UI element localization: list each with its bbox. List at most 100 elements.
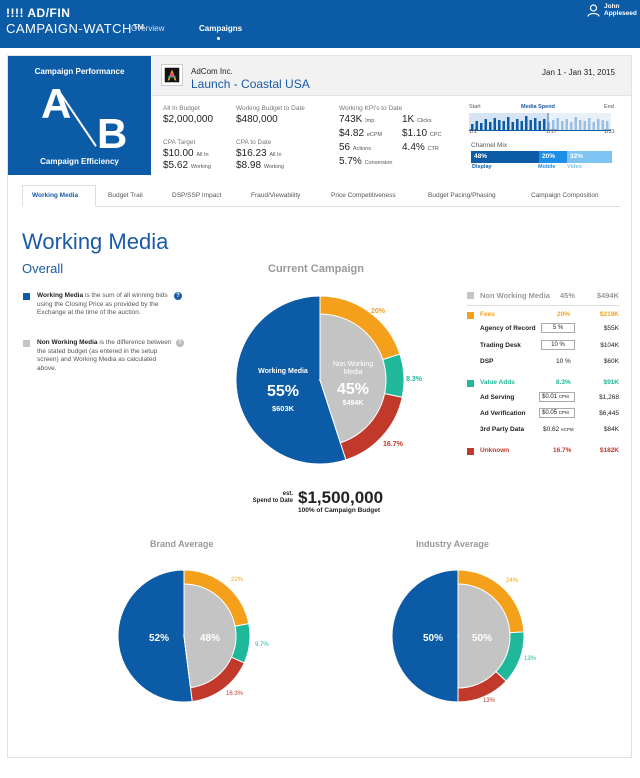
working-media-help-icon[interactable]: ? bbox=[174, 292, 182, 300]
current-campaign-pie[interactable]: Working Media 55% $603K Non Working Medi… bbox=[220, 280, 420, 480]
mix-segment-display[interactable]: 48% bbox=[471, 151, 539, 163]
media-spend-sparkline[interactable] bbox=[469, 113, 611, 131]
industry-average-heading: Industry Average bbox=[416, 539, 489, 549]
channel-mix-bar[interactable]: 48% 20% 32% bbox=[471, 151, 612, 163]
spend-bar bbox=[588, 118, 591, 130]
nav-campaigns[interactable]: Campaigns bbox=[199, 24, 242, 33]
mix-label-video: Video bbox=[567, 164, 582, 170]
ad-verification-cpm-input[interactable]: $0.05 CPM bbox=[539, 408, 575, 418]
spend-bar bbox=[502, 121, 505, 130]
fees-pct-callout: 20% bbox=[371, 308, 386, 315]
ad-serving-cpm-input[interactable]: $0.01 CPM bbox=[539, 392, 575, 402]
all-in-budget-label: All In Budget bbox=[163, 105, 200, 112]
page-title: Working Media bbox=[22, 229, 169, 254]
tab-price-competitiveness[interactable]: Price Competitiveness bbox=[331, 192, 396, 199]
spend-bar bbox=[529, 120, 532, 130]
value-adds-row-pct: 8.3% bbox=[556, 379, 571, 386]
pie-non-working-label-2: Media bbox=[343, 369, 362, 376]
section-subtitle: Overall bbox=[22, 261, 64, 276]
industry-working-pct: 50% bbox=[423, 633, 443, 644]
spend-bar bbox=[597, 119, 600, 130]
tab-dsp-ssp-impact[interactable]: DSP/SSP Impact bbox=[172, 192, 221, 199]
user-last-name[interactable]: Appleseed bbox=[604, 10, 637, 17]
pie-working-label: Working Media bbox=[258, 368, 308, 375]
timeline-tick-end: 1/31 bbox=[604, 129, 615, 135]
fees-swatch bbox=[467, 312, 474, 319]
trading-row-amount: $104K bbox=[600, 342, 619, 349]
tab-campaign-composition[interactable]: Campaign Composition bbox=[531, 192, 599, 199]
industry-average-pie[interactable]: 50% 50% bbox=[388, 566, 528, 706]
kpi-clicks: 1K Clicks bbox=[402, 114, 432, 125]
nonworking-swatch bbox=[467, 292, 474, 299]
mix-segment-mobile[interactable]: 20% bbox=[539, 151, 567, 163]
ad-verification-row-amount: $6,445 bbox=[599, 410, 619, 417]
third-party-row-label: 3rd Party Data bbox=[480, 426, 525, 433]
fees-row-label: Fees bbox=[480, 311, 495, 318]
timeline-start-label: Start bbox=[469, 104, 481, 110]
fees-row-amount: $219K bbox=[599, 311, 619, 318]
ab-score-panel: Campaign Performance A B Campaign Effici… bbox=[8, 56, 151, 175]
tab-fraud-viewability[interactable]: Fraud/Viewability bbox=[251, 192, 300, 199]
timeline-tick-start: 1/1 bbox=[469, 129, 477, 135]
agency-row-label: Agency of Record bbox=[480, 325, 536, 332]
campaign-performance-label: Campaign Performance bbox=[34, 67, 125, 76]
tab-budget-trail[interactable]: Budget Trail bbox=[108, 192, 143, 199]
all-in-budget-value: $2,000,000 bbox=[163, 114, 214, 125]
date-range[interactable]: Jan 1 - Jan 31, 2015 bbox=[542, 68, 615, 77]
non-working-media-help-icon[interactable]: ? bbox=[176, 339, 184, 347]
campaign-name[interactable]: Launch - Coastal USA bbox=[191, 77, 310, 91]
unknown-swatch bbox=[467, 448, 474, 455]
kpi-cpc: $1.10 CPC bbox=[402, 128, 442, 139]
spend-bar bbox=[493, 118, 496, 130]
working-budget-value: $480,000 bbox=[236, 114, 278, 125]
unknown-row-label: Unknown bbox=[480, 447, 510, 454]
spend-to-date-sub: 100% of Campaign Budget bbox=[298, 507, 380, 514]
mix-segment-video[interactable]: 32% bbox=[567, 151, 612, 163]
working-media-description: Working Media is the sum of all winning … bbox=[37, 292, 168, 316]
value-adds-pct-callout: 8.3% bbox=[406, 376, 422, 383]
spend-bar bbox=[565, 119, 568, 130]
timeline-title: Media Spend bbox=[521, 104, 555, 110]
dsp-row-label: DSP bbox=[480, 358, 494, 365]
third-party-row-amount: $84K bbox=[603, 426, 619, 433]
spend-bar bbox=[570, 122, 573, 130]
spend-bar bbox=[525, 116, 528, 130]
channel-mix-label: Channel Mix bbox=[471, 142, 508, 149]
mix-label-display: Display bbox=[472, 164, 492, 170]
kpi-impressions: 743K Imp. bbox=[339, 114, 376, 125]
pie-non-working-amount: $494K bbox=[343, 400, 364, 407]
cpa-to-date-all-in: $16.23 All In bbox=[236, 148, 282, 159]
table-separator bbox=[467, 305, 620, 306]
value-adds-row-label: Value Adds bbox=[480, 379, 515, 386]
cpa-to-date-label: CPA to Date bbox=[236, 139, 272, 146]
nav-overview[interactable]: Overview bbox=[131, 24, 164, 33]
brand-average-pie[interactable]: 52% 48% bbox=[114, 566, 254, 706]
brand-value-callout: 9.7% bbox=[255, 642, 269, 648]
tab-budget-pacing[interactable]: Budget Pacing/Phasing bbox=[428, 192, 496, 199]
pie-working-pct: 55% bbox=[267, 383, 299, 400]
brand-working-pct: 52% bbox=[149, 633, 169, 644]
spend-bar bbox=[561, 121, 564, 130]
industry-value-callout: 13% bbox=[524, 656, 537, 662]
dsp-row-value: 10 % bbox=[556, 358, 571, 365]
current-campaign-heading: Current Campaign bbox=[268, 263, 364, 275]
agency-row-amount: $55K bbox=[603, 325, 619, 332]
trading-desk-fee-input[interactable]: 10 % bbox=[541, 340, 575, 350]
spend-bar bbox=[579, 120, 582, 130]
kpi-conversion: 5.7% Conversion bbox=[339, 156, 393, 167]
industry-fees-callout: 24% bbox=[506, 578, 519, 584]
working-media-swatch bbox=[23, 293, 30, 300]
tab-working-media[interactable]: Working Media bbox=[32, 192, 78, 199]
nonworking-row-amount: $494K bbox=[596, 291, 619, 300]
kpi-ecpm: $4.82 eCPM bbox=[339, 128, 383, 139]
trading-row-label: Trading Desk bbox=[480, 342, 521, 349]
user-icon[interactable] bbox=[587, 4, 600, 17]
agency-fee-input[interactable]: 5 % bbox=[541, 323, 575, 333]
non-working-media-swatch bbox=[23, 340, 30, 347]
user-first-name[interactable]: John bbox=[604, 3, 620, 10]
advertiser-name: AdCom Inc. bbox=[191, 67, 233, 76]
ad-verification-row-label: Ad Verification bbox=[480, 410, 526, 417]
cpa-target-label: CPA Target bbox=[163, 139, 196, 146]
brand-logo[interactable]: !!!! AD/FIN bbox=[6, 6, 70, 20]
spend-to-date-label: est. Spend to Date bbox=[252, 491, 293, 504]
